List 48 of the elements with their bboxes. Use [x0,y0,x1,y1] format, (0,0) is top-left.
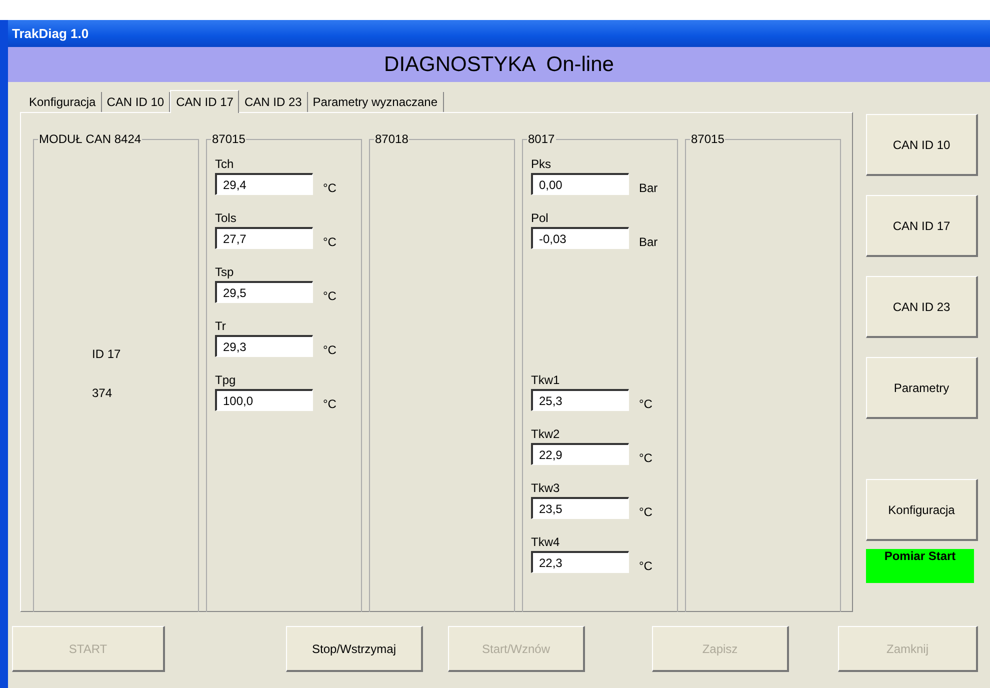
unit-label: °C [639,505,652,519]
field-label: Tkw1 [531,373,561,387]
unit-label: Bar [639,235,658,249]
input-field[interactable]: 100,0 [215,389,313,411]
input-field[interactable]: 23,5 [531,497,629,519]
info-text: 374 [91,385,114,402]
field-label: Pks [531,157,552,171]
side-button[interactable]: CAN ID 10 [866,114,978,176]
field-label: Tkw4 [531,535,561,549]
unit-label: °C [323,343,336,357]
input-field[interactable]: 22,9 [531,443,629,465]
field-label: Tkw2 [531,427,561,441]
side-button[interactable]: Parametry [866,357,978,419]
unit-label: °C [639,559,652,573]
unit-label: °C [323,235,336,249]
field-label: Tr [215,319,227,333]
unit-label: Bar [639,181,658,195]
tab[interactable]: CAN ID 17 [170,90,240,113]
field-label: Tch [215,157,235,171]
input-field[interactable]: 29,3 [215,335,313,357]
unit-label: °C [639,397,652,411]
header-title: DIAGNOSTYKA On-line [384,52,614,78]
unit-label: °C [323,289,336,303]
tab[interactable]: Parametry wyznaczane [308,92,444,112]
unit-label: °C [323,397,336,411]
input-field[interactable]: -0,03 [531,227,629,249]
status-indicator: Pomiar Start [866,549,974,583]
side-button[interactable]: CAN ID 23 [866,276,978,338]
field-label: Tsp [215,265,235,279]
input-field[interactable]: 22,3 [531,551,629,573]
field-label: Tkw3 [531,481,561,495]
field-label: Tpg [215,373,237,387]
input-field[interactable]: 25,3 [531,389,629,411]
window-title: TrakDiag 1.0 [12,24,89,43]
tab[interactable]: CAN ID 23 [239,92,308,112]
side-button[interactable]: Konfiguracja [866,479,978,541]
unit-label: °C [323,181,336,195]
input-field[interactable]: 27,7 [215,227,313,249]
input-field[interactable]: 29,5 [215,281,313,303]
input-field[interactable]: 0,00 [531,173,629,195]
action-button[interactable]: Stop/Wstrzymaj [286,626,423,672]
unit-label: °C [639,451,652,465]
field-label: Pol [531,211,550,225]
field-label: Tols [215,211,238,225]
input-field[interactable]: 29,4 [215,173,313,195]
side-button[interactable]: CAN ID 17 [866,195,978,257]
tab[interactable]: Konfiguracja [24,92,102,112]
info-text: ID 17 [91,346,122,363]
